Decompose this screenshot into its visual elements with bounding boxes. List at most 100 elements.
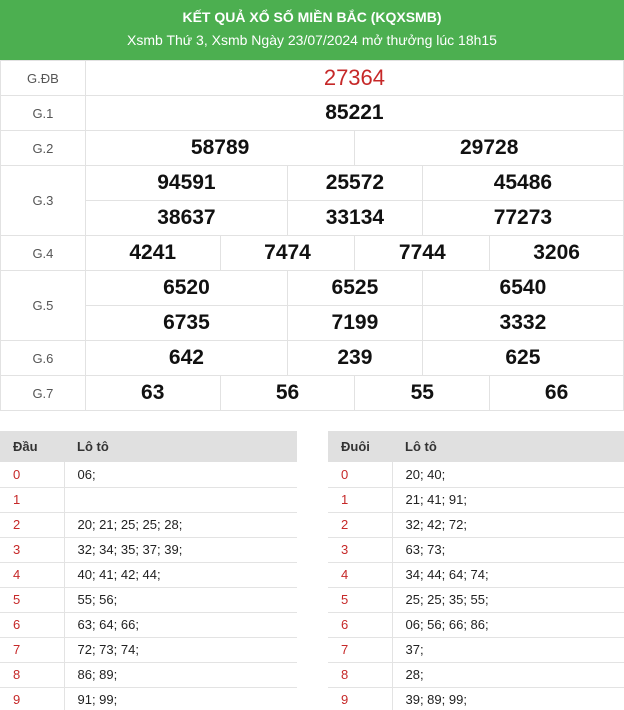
table-row: 9 91; 99; xyxy=(0,687,297,710)
table-row: 6 06; 56; 66; 86; xyxy=(328,612,624,638)
dau-digit: 8 xyxy=(0,662,65,688)
duoi-digit: 2 xyxy=(328,512,393,538)
prize-label: G.3 xyxy=(0,165,86,236)
loto-values: 32; 42; 72; xyxy=(392,512,624,538)
prize-label: G.4 xyxy=(0,235,86,271)
table-header-row: Đuôi Lô tô xyxy=(328,431,624,462)
loto-values: 91; 99; xyxy=(64,687,297,710)
loto-values: 20; 40; xyxy=(392,462,624,488)
table-row: 3 32; 34; 35; 37; 39; xyxy=(0,537,297,563)
prize-row-g7: G.7 63 56 55 66 xyxy=(0,375,624,411)
loto-values: 63; 64; 66; xyxy=(64,612,297,638)
prize-row-g3: 38637 33134 77273 xyxy=(1,200,624,236)
prize-number: 7474 xyxy=(219,235,356,271)
table-row: 1 21; 41; 91; xyxy=(328,487,624,513)
prize-number: 6735 xyxy=(84,305,288,341)
loto-values: 06; xyxy=(64,462,297,488)
loto-values: 32; 34; 35; 37; 39; xyxy=(64,537,297,563)
table-row: 2 20; 21; 25; 25; 28; xyxy=(0,512,297,538)
duoi-digit: 1 xyxy=(328,487,393,513)
table-row: 3 63; 73; xyxy=(328,537,624,563)
dau-digit: 3 xyxy=(0,537,65,563)
prize-number: 58789 xyxy=(84,130,356,166)
prize-number: 56 xyxy=(219,375,356,411)
prize-label: G.7 xyxy=(0,375,86,411)
prize-label: G.2 xyxy=(0,130,86,166)
loto-values xyxy=(64,487,297,513)
dau-digit: 5 xyxy=(0,587,65,613)
prize-number: 63 xyxy=(84,375,221,411)
prize-label: G.5 xyxy=(0,270,86,341)
table-row: 4 40; 41; 42; 44; xyxy=(0,562,297,588)
duoi-loto-table: Đuôi Lô tô 0 20; 40; 1 21; 41; 91; 2 32; 42; … xyxy=(328,431,624,710)
prize-number: 3332 xyxy=(421,305,624,341)
duoi-digit: 4 xyxy=(328,562,393,588)
prize-number: 94591 xyxy=(84,165,288,201)
column-header-loto: Lô tô xyxy=(392,431,624,462)
dau-digit: 7 xyxy=(0,637,65,663)
table-header-row: Đầu Lô tô xyxy=(0,431,297,462)
table-row: 0 20; 40; xyxy=(328,462,624,488)
loto-values: 39; 89; 99; xyxy=(392,687,624,710)
prize-row-g5: 6735 7199 3332 xyxy=(1,305,624,341)
prize-number: 6520 xyxy=(84,270,288,306)
table-row: 8 86; 89; xyxy=(0,662,297,688)
column-header-loto: Lô tô xyxy=(64,431,297,462)
prize-number: 625 xyxy=(421,340,624,376)
loto-values: 21; 41; 91; xyxy=(392,487,624,513)
prize-row-special: G.ĐB 27364 xyxy=(0,60,624,96)
table-row: 8 28; xyxy=(328,662,624,688)
prize-row-g5: G.5 6520 6525 6540 xyxy=(0,270,624,341)
prize-label: G.1 xyxy=(0,95,86,131)
results-table: G.ĐB 27364 G.1 85221 G.2 58789 29728 G.3… xyxy=(0,60,624,411)
prize-number: 77273 xyxy=(421,200,624,236)
loto-values: 40; 41; 42; 44; xyxy=(64,562,297,588)
table-row: 7 37; xyxy=(328,637,624,663)
prize-number: 3206 xyxy=(489,235,624,271)
prize-number: 7744 xyxy=(354,235,491,271)
prize-label: G.ĐB xyxy=(0,60,86,96)
prize-number: 6540 xyxy=(421,270,624,306)
dau-digit: 1 xyxy=(0,487,65,513)
loto-values: 25; 25; 35; 55; xyxy=(392,587,624,613)
dau-loto-table: Đầu Lô tô 0 06; 1 2 20; 21; 25; 25; 28; 3 32; … xyxy=(0,431,297,710)
loto-values: 06; 56; 66; 86; xyxy=(392,612,624,638)
loto-values: 28; xyxy=(392,662,624,688)
dau-digit: 0 xyxy=(0,462,65,488)
prize-number: 239 xyxy=(286,340,423,376)
prize-number: 55 xyxy=(354,375,491,411)
table-row: 9 39; 89; 99; xyxy=(328,687,624,710)
table-row: 6 63; 64; 66; xyxy=(0,612,297,638)
duoi-digit: 7 xyxy=(328,637,393,663)
prize-number: 25572 xyxy=(286,165,423,201)
prize-number: 66 xyxy=(489,375,624,411)
prize-number: 7199 xyxy=(286,305,423,341)
table-row: 7 72; 73; 74; xyxy=(0,637,297,663)
loto-values: 55; 56; xyxy=(64,587,297,613)
prize-row-g1: G.1 85221 xyxy=(0,95,624,131)
prize-number: 38637 xyxy=(84,200,288,236)
special-prize-number: 27364 xyxy=(84,60,624,96)
prize-row-g2: G.2 58789 29728 xyxy=(0,130,624,166)
draw-date-subtitle: Xsmb Thứ 3, Xsmb Ngày 23/07/2024 mở thưở… xyxy=(127,32,497,48)
table-row: 2 32; 42; 72; xyxy=(328,512,624,538)
loto-values: 63; 73; xyxy=(392,537,624,563)
page-header: KẾT QUẢ XỔ SỐ MIỀN BẮC (KQXSMB) Xsmb Thứ… xyxy=(0,0,624,60)
column-header-dau: Đầu xyxy=(0,431,64,462)
duoi-digit: 6 xyxy=(328,612,393,638)
loto-values: 37; xyxy=(392,637,624,663)
prize-number: 29728 xyxy=(354,130,624,166)
dau-digit: 2 xyxy=(0,512,65,538)
prize-label: G.6 xyxy=(0,340,86,376)
loto-values: 72; 73; 74; xyxy=(64,637,297,663)
prize-number: 642 xyxy=(84,340,288,376)
dau-digit: 9 xyxy=(0,687,65,710)
dau-digit: 6 xyxy=(0,612,65,638)
prize-row-g6: G.6 642 239 625 xyxy=(0,340,624,376)
table-row: 5 25; 25; 35; 55; xyxy=(328,587,624,613)
prize-number: 33134 xyxy=(286,200,423,236)
dau-digit: 4 xyxy=(0,562,65,588)
prize-row-g3: G.3 94591 25572 45486 xyxy=(0,165,624,236)
loto-values: 86; 89; xyxy=(64,662,297,688)
duoi-digit: 5 xyxy=(328,587,393,613)
